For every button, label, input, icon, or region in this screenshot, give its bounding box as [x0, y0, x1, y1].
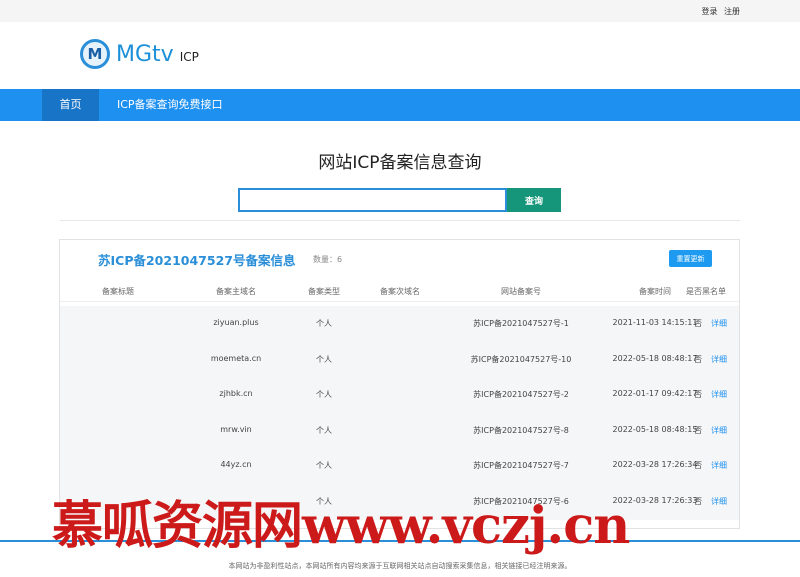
table-row: moemeta.cn 个人 苏ICP备2021047527号-10 2022-0…	[60, 341, 739, 378]
cell-type: 个人	[316, 461, 332, 471]
search-bar: 查询	[238, 188, 561, 212]
table-row: ziyuan.plus 个人 苏ICP备2021047527号-1 2021-1…	[60, 306, 739, 342]
detail-link[interactable]: 详细	[711, 354, 727, 365]
main-nav: 首页 ICP备案查询免费接口	[0, 89, 800, 121]
cell-domain: ziyuan.plus	[213, 318, 259, 327]
detail-link[interactable]: 详细	[711, 425, 727, 436]
column-header-type: 备案类型	[308, 287, 340, 296]
cell-blacklist: 否	[694, 390, 702, 400]
register-link[interactable]: 注册	[724, 7, 740, 16]
column-header-title: 备案标题	[102, 287, 134, 296]
table-header: 备案标题 备案主域名 备案类型 备案次域名 网站备案号 备案时间 是否黑名单	[60, 280, 739, 302]
cell-blacklist: 否	[694, 425, 702, 435]
logo-mark-icon: M	[80, 39, 110, 69]
login-link[interactable]: 登录	[701, 7, 717, 16]
cell-domain: mrw.vin	[220, 424, 252, 434]
cell-blacklist: 否	[694, 461, 702, 471]
top-bar: 登录 注册	[0, 0, 800, 22]
cell-icp: 苏ICP备2021047527号-7	[473, 461, 569, 471]
column-header-icp: 网站备案号	[501, 287, 541, 296]
search-input[interactable]	[238, 188, 507, 212]
cell-domain: 44yz.cn	[220, 460, 252, 470]
result-count: 数量：6	[313, 255, 343, 264]
cell-type: 个人	[316, 425, 332, 435]
cell-blacklist: 否	[694, 319, 702, 328]
cell-icp: 苏ICP备2021047527号-1	[473, 319, 569, 328]
detail-link[interactable]: 详细	[711, 389, 727, 400]
cell-blacklist: 否	[694, 354, 702, 364]
cell-type: 个人	[316, 390, 332, 400]
column-header-subdomain: 备案次域名	[380, 287, 420, 296]
cell-type: 个人	[316, 354, 332, 364]
account-links: 登录 注册	[697, 6, 740, 17]
cell-blacklist: 否	[694, 496, 702, 506]
result-title: 苏ICP备2021047527号备案信息	[98, 253, 296, 268]
nav-item-icp-api[interactable]: ICP备案查询免费接口	[117, 89, 223, 121]
cell-domain: zjhbk.cn	[219, 389, 253, 399]
watermark-text: 慕呱资源网www.vczj.cn	[52, 496, 630, 556]
table-row: mrw.vin 个人 苏ICP备2021047527号-8 2022-05-18…	[60, 412, 739, 449]
detail-link[interactable]: 详细	[711, 460, 727, 471]
table-row: 44yz.cn 个人 苏ICP备2021047527号-7 2022-03-28…	[60, 448, 739, 484]
logo-subtitle: ICP	[179, 50, 199, 64]
detail-link[interactable]: 详细	[711, 318, 727, 329]
divider	[60, 220, 740, 221]
cell-domain: moemeta.cn	[210, 353, 262, 363]
cell-icp: 苏ICP备2021047527号-2	[473, 390, 569, 400]
cell-type: 个人	[316, 319, 332, 328]
detail-link[interactable]: 详细	[711, 496, 727, 507]
site-logo[interactable]: M MGtv ICP	[80, 36, 199, 72]
search-button[interactable]: 查询	[507, 188, 561, 212]
page-title: 网站ICP备案信息查询	[318, 153, 482, 173]
cell-icp: 苏ICP备2021047527号-8	[473, 425, 569, 435]
column-header-blacklist: 是否黑名单	[686, 287, 726, 296]
nav-item-home[interactable]: 首页	[42, 89, 99, 121]
cell-icp: 苏ICP备2021047527号-10	[470, 354, 572, 364]
column-header-domain: 备案主域名	[216, 287, 256, 296]
logo-name: MGtv	[116, 41, 174, 67]
footer-text: 本网站为非盈利性站点，本网站所有内容均来源于互联网相关站点自动搜索采集信息，相关…	[228, 562, 572, 570]
refresh-button[interactable]: 重置更新	[669, 250, 712, 267]
table-row: zjhbk.cn 个人 苏ICP备2021047527号-2 2022-01-1…	[60, 377, 739, 413]
